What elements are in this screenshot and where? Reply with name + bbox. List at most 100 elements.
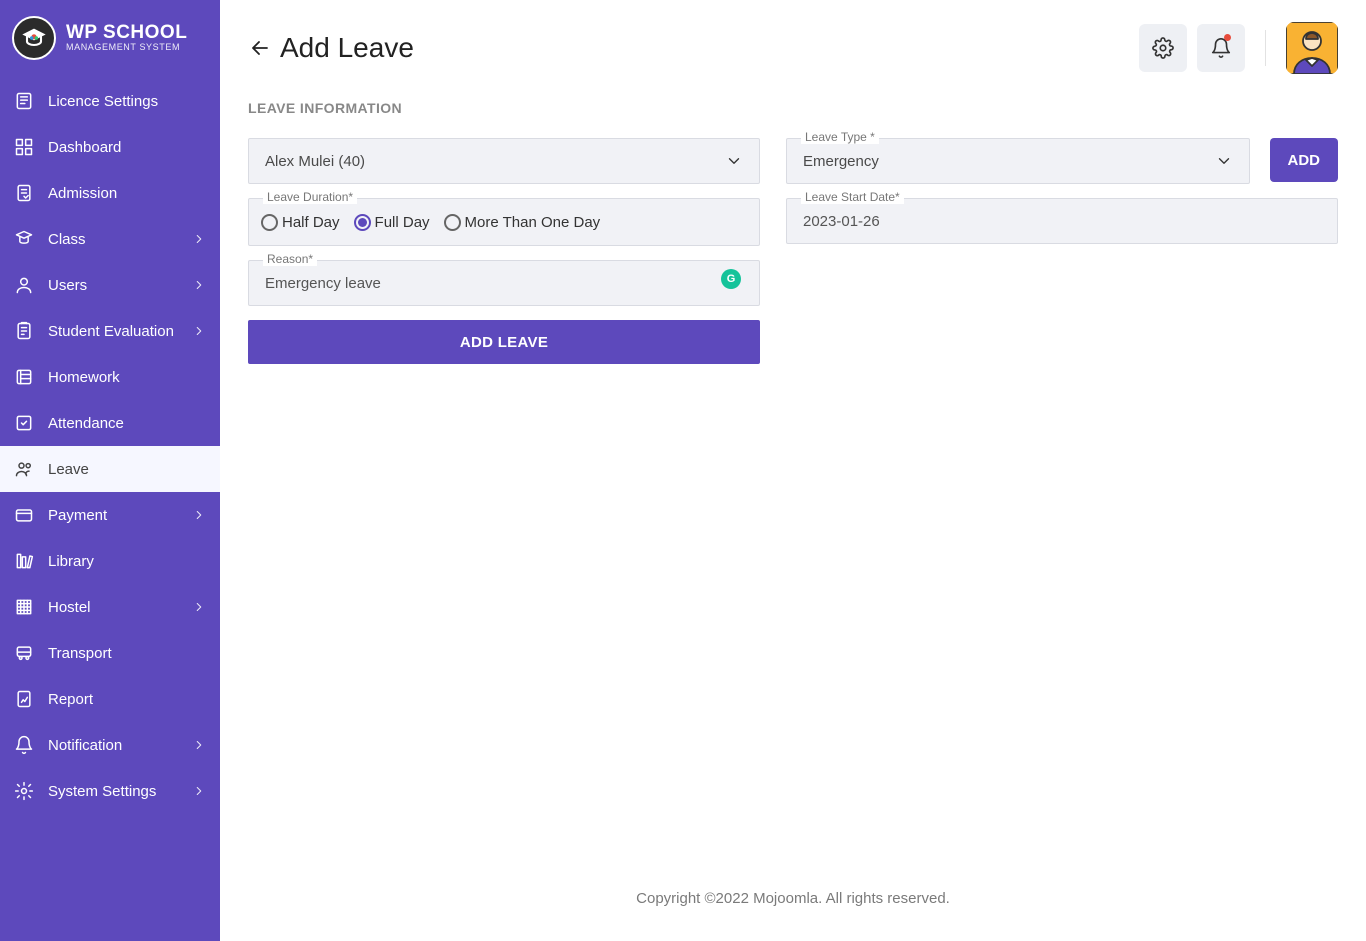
users-icon xyxy=(14,275,34,295)
student-select-value: Alex Mulei (40) xyxy=(265,153,725,170)
sidebar-item-admission[interactable]: Admission xyxy=(0,170,220,216)
sidebar: WP SCHOOL MANAGEMENT SYSTEM Licence Sett… xyxy=(0,0,220,941)
topbar: Add Leave xyxy=(220,0,1366,84)
sidebar-item-label: Payment xyxy=(48,507,178,524)
chevron-down-icon xyxy=(725,152,743,170)
sidebar-item-users[interactable]: Users xyxy=(0,262,220,308)
logo-badge xyxy=(12,16,56,60)
sidebar-item-label: System Settings xyxy=(48,783,178,800)
leave-start-date-value: 2023-01-26 xyxy=(803,213,1321,230)
chevron-right-icon xyxy=(192,232,206,246)
sidebar-item-label: Report xyxy=(48,691,206,708)
sidebar-item-label: Admission xyxy=(48,185,206,202)
library-icon xyxy=(14,551,34,571)
chevron-right-icon xyxy=(192,278,206,292)
homework-icon xyxy=(14,367,34,387)
duration-option-full-day[interactable]: Full Day xyxy=(354,214,438,231)
hostel-icon xyxy=(14,597,34,617)
notifications-button[interactable] xyxy=(1197,24,1245,72)
add-leave-type-button[interactable]: ADD xyxy=(1270,138,1339,182)
chevron-down-icon xyxy=(1215,152,1233,170)
content: LEAVE INFORMATION Alex Mulei (40) Leave … xyxy=(220,84,1366,862)
sidebar-item-report[interactable]: Report xyxy=(0,676,220,722)
main: Add Leave LEAVE INFORMATION Alex Mule xyxy=(220,0,1366,941)
add-leave-button[interactable]: ADD LEAVE xyxy=(248,320,760,364)
logo-text: WP SCHOOL MANAGEMENT SYSTEM xyxy=(66,23,187,52)
leave-icon xyxy=(14,459,34,479)
chevron-right-icon xyxy=(192,324,206,338)
page-title-wrap: Add Leave xyxy=(248,32,414,64)
duration-option-more-than-one-day[interactable]: More Than One Day xyxy=(444,214,609,231)
leave-type-value: Emergency xyxy=(803,153,1215,170)
radio-icon xyxy=(444,214,461,231)
sidebar-item-library[interactable]: Library xyxy=(0,538,220,584)
student-select[interactable]: Alex Mulei (40) xyxy=(248,138,760,184)
licence-icon xyxy=(14,91,34,111)
footer: Copyright ©2022 Mojoomla. All rights res… xyxy=(220,862,1366,941)
section-title: LEAVE INFORMATION xyxy=(248,100,1338,116)
graduation-cap-icon xyxy=(20,24,48,52)
sidebar-item-label: Users xyxy=(48,277,178,294)
sidebar-item-leave[interactable]: Leave xyxy=(0,446,220,492)
transport-icon xyxy=(14,643,34,663)
logo: WP SCHOOL MANAGEMENT SYSTEM xyxy=(0,0,220,74)
radio-icon xyxy=(354,214,371,231)
sidebar-item-label: Notification xyxy=(48,737,178,754)
gear-icon xyxy=(1152,37,1174,59)
class-icon xyxy=(14,229,34,249)
sidebar-item-attendance[interactable]: Attendance xyxy=(0,400,220,446)
sidebar-item-label: Attendance xyxy=(48,415,206,432)
reason-field[interactable]: Reason* Emergency leave xyxy=(248,260,760,306)
leave-type-select[interactable]: Leave Type * Emergency xyxy=(786,138,1250,184)
sidebar-item-label: Leave xyxy=(48,461,206,478)
settings-icon xyxy=(14,781,34,801)
report-icon xyxy=(14,689,34,709)
sidebar-item-evaluation[interactable]: Student Evaluation xyxy=(0,308,220,354)
back-arrow-icon[interactable] xyxy=(248,36,272,60)
nav-list: Licence SettingsDashboard Admission Class U… xyxy=(0,78,220,814)
radio-label: Half Day xyxy=(282,214,340,231)
sidebar-item-licence[interactable]: Licence Settings xyxy=(0,78,220,124)
radio-label: Full Day xyxy=(375,214,430,231)
avatar[interactable] xyxy=(1286,22,1338,74)
page-title: Add Leave xyxy=(280,32,414,64)
sidebar-item-dashboard[interactable]: Dashboard xyxy=(0,124,220,170)
notification-icon xyxy=(14,735,34,755)
sidebar-item-notification[interactable]: Notification xyxy=(0,722,220,768)
chevron-right-icon xyxy=(192,784,206,798)
grammarly-icon xyxy=(721,269,741,289)
sidebar-item-payment[interactable]: Payment xyxy=(0,492,220,538)
leave-duration-radio-group: Half Day Full Day More Than One Day xyxy=(249,199,759,245)
sidebar-item-label: Class xyxy=(48,231,178,248)
form-row-3: Reason* Emergency leave xyxy=(248,260,1338,306)
reason-label: Reason* xyxy=(263,252,317,266)
leave-duration-field: Leave Duration* Half DayFull DayMore Tha… xyxy=(248,198,760,246)
sidebar-item-class[interactable]: Class xyxy=(0,216,220,262)
settings-button[interactable] xyxy=(1139,24,1187,72)
sidebar-item-homework[interactable]: Homework xyxy=(0,354,220,400)
chevron-right-icon xyxy=(192,738,206,752)
sidebar-item-transport[interactable]: Transport xyxy=(0,630,220,676)
avatar-icon xyxy=(1286,22,1338,74)
radio-label: More Than One Day xyxy=(465,214,601,231)
duration-option-half-day[interactable]: Half Day xyxy=(261,214,348,231)
sidebar-item-label: Homework xyxy=(48,369,206,386)
payment-icon xyxy=(14,505,34,525)
brand-line2: MANAGEMENT SYSTEM xyxy=(66,43,187,52)
leave-start-date-field[interactable]: Leave Start Date* 2023-01-26 xyxy=(786,198,1338,244)
leave-type-label: Leave Type * xyxy=(801,130,879,144)
reason-value: Emergency leave xyxy=(265,275,743,292)
leave-start-date-label: Leave Start Date* xyxy=(801,190,904,204)
sidebar-item-hostel[interactable]: Hostel xyxy=(0,584,220,630)
brand-line1: WP SCHOOL xyxy=(66,23,187,43)
form-row-1: Alex Mulei (40) Leave Type * Emergency A… xyxy=(248,138,1338,184)
form-row-2: Leave Duration* Half DayFull DayMore Tha… xyxy=(248,198,1338,246)
chevron-right-icon xyxy=(192,600,206,614)
attendance-icon xyxy=(14,413,34,433)
sidebar-item-label: Library xyxy=(48,553,206,570)
chevron-right-icon xyxy=(192,508,206,522)
admission-icon xyxy=(14,183,34,203)
notification-dot xyxy=(1224,34,1231,41)
sidebar-item-settings[interactable]: System Settings xyxy=(0,768,220,814)
divider xyxy=(1265,30,1266,66)
